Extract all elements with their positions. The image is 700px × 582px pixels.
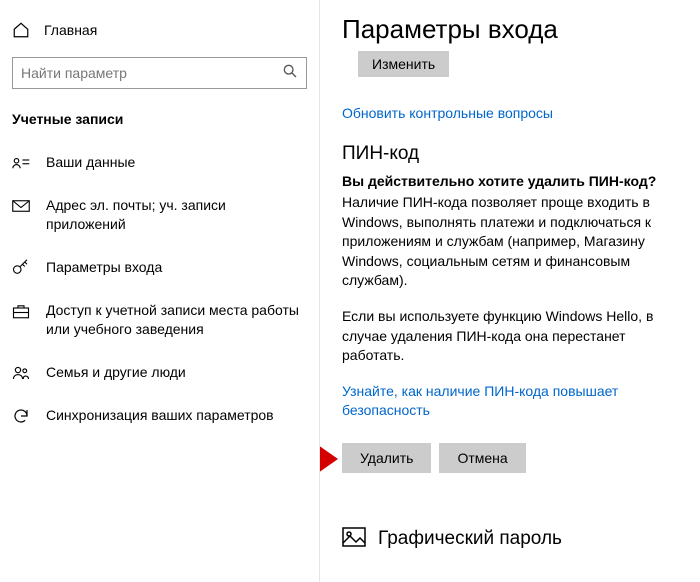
sidebar-item-sync[interactable]: Синхронизация ваших параметров xyxy=(0,394,319,437)
sidebar-item-your-info[interactable]: Ваши данные xyxy=(0,141,319,184)
briefcase-icon xyxy=(12,302,30,320)
search-box[interactable] xyxy=(12,57,307,89)
sidebar: Главная Учетные записи Ваши данные xyxy=(0,0,320,582)
envelope-icon xyxy=(12,197,30,215)
sidebar-nav: Ваши данные Адрес эл. почты; уч. записи … xyxy=(0,141,319,437)
security-questions-link[interactable]: Обновить контрольные вопросы xyxy=(342,105,678,121)
sidebar-item-family[interactable]: Семья и другие люди xyxy=(0,351,319,394)
person-badge-icon xyxy=(12,154,30,172)
red-arrow-icon xyxy=(320,445,338,478)
page-title: Параметры входа xyxy=(342,14,678,45)
pin-description: Наличие ПИН-кода позволяет проще входить… xyxy=(342,193,678,291)
sidebar-item-signin-options[interactable]: Параметры входа xyxy=(0,246,319,289)
search-icon xyxy=(282,63,298,84)
learn-more-link[interactable]: Узнайте, как наличие ПИН-кода повышает б… xyxy=(342,382,678,421)
picture-password-heading: Графический пароль xyxy=(378,528,562,550)
key-icon xyxy=(12,259,30,277)
delete-button[interactable]: Удалить xyxy=(342,443,431,473)
sidebar-item-work-access[interactable]: Доступ к учетной записи места работы или… xyxy=(0,289,319,351)
people-icon xyxy=(12,364,30,382)
cancel-button[interactable]: Отмена xyxy=(439,443,525,473)
home-link[interactable]: Главная xyxy=(0,14,319,49)
sidebar-item-label: Семья и другие люди xyxy=(46,363,186,382)
sidebar-item-label: Синхронизация ваших параметров xyxy=(46,406,274,425)
sidebar-item-label: Ваши данные xyxy=(46,153,135,172)
pin-button-row: Удалить Отмена xyxy=(342,443,678,473)
sidebar-item-label: Параметры входа xyxy=(46,258,162,277)
pin-heading: ПИН-код xyxy=(342,143,678,165)
sidebar-item-label: Адрес эл. почты; уч. записи приложений xyxy=(46,196,307,234)
picture-icon xyxy=(342,527,366,552)
picture-password-section: Графический пароль xyxy=(342,527,678,552)
sidebar-section-title: Учетные записи xyxy=(0,105,319,141)
sync-icon xyxy=(12,407,30,425)
main-content: Параметры входа Изменить Обновить контро… xyxy=(320,0,700,582)
search-input[interactable] xyxy=(21,65,282,81)
pin-warning: Если вы используете функцию Windows Hell… xyxy=(342,307,678,366)
home-label: Главная xyxy=(44,22,97,38)
home-icon xyxy=(12,21,30,39)
change-button[interactable]: Изменить xyxy=(358,51,449,77)
pin-question: Вы действительно хотите удалить ПИН-код? xyxy=(342,173,678,189)
sidebar-item-label: Доступ к учетной записи места работы или… xyxy=(46,301,307,339)
sidebar-item-email[interactable]: Адрес эл. почты; уч. записи приложений xyxy=(0,184,319,246)
